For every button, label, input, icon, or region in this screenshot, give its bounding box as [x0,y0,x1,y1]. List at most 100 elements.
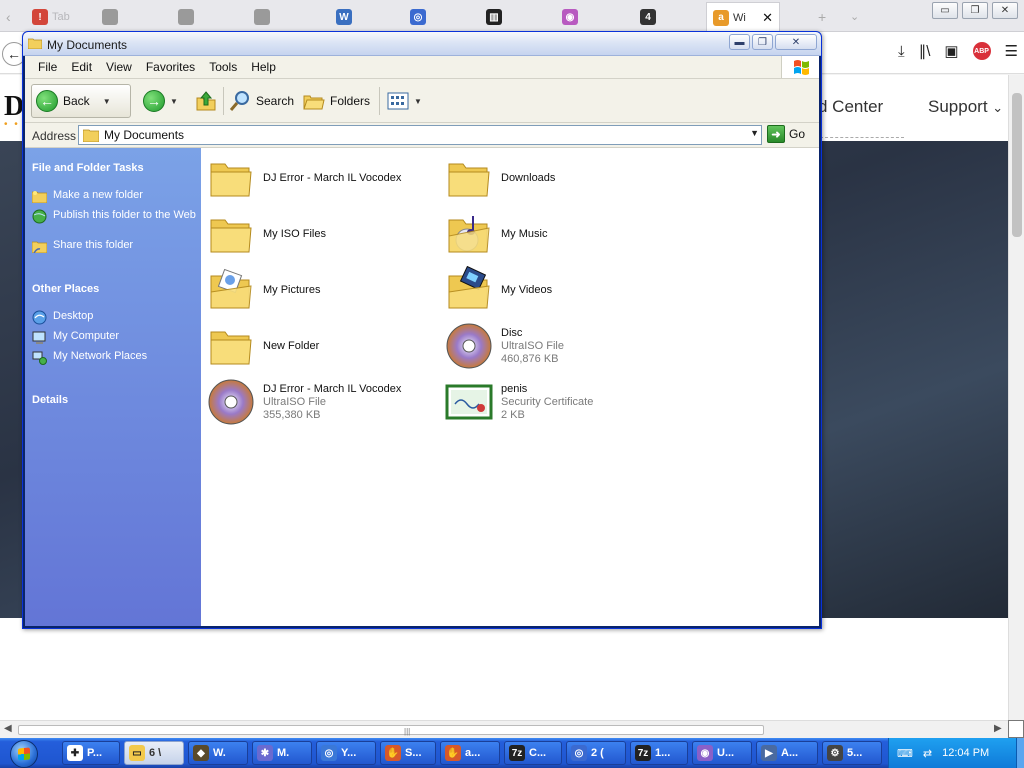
browser-tab[interactable]: ◉ [556,4,628,30]
address-label: Address [32,129,77,143]
standard-toolbar: ← Back ▼ → ▼ Search Folders ▼ [25,79,819,123]
start-button[interactable] [10,740,38,768]
file-item[interactable]: Disc UltraISO File 460,876 KB [445,320,681,372]
taskbar-button[interactable]: 7z C... [504,741,562,765]
search-button[interactable]: Search [229,84,294,118]
vertical-scroll-thumb[interactable] [1012,93,1022,237]
address-field[interactable]: My Documents ▼ [78,125,762,145]
menu-edit[interactable]: Edit [64,58,99,76]
scroll-left-icon[interactable]: ◀ [4,723,12,734]
file-item[interactable]: Downloads [445,152,681,204]
menu-tools[interactable]: Tools [202,58,244,76]
horizontal-scroll-thumb[interactable]: ||| [18,725,764,736]
taskbar-button[interactable]: ✚ P... [62,741,120,765]
browser-tab[interactable] [248,4,322,30]
taskbar-button[interactable]: ✱ M. [252,741,312,765]
task-make-new-folder[interactable]: Make a new folder [32,189,196,204]
browser-tab[interactable] [96,4,166,30]
browser-tab[interactable]: ◎ [404,4,474,30]
menu-icon[interactable]: ☰ [1005,42,1018,60]
close-icon[interactable]: ✕ [775,34,817,50]
browser-tab[interactable]: ! Tab [26,4,92,30]
browser-tab[interactable] [172,4,242,30]
file-item[interactable]: DJ Error - March IL Vocodex [207,152,443,204]
download-icon[interactable]: ⤓ [898,43,905,60]
website-content [0,618,1008,720]
file-folder-tasks-title[interactable]: File and Folder Tasks [32,162,144,174]
keyboard-icon[interactable]: ⌨ [897,747,913,760]
forward-button[interactable]: → ▼ [143,84,178,118]
menu-view[interactable]: View [99,58,139,76]
reader-icon[interactable]: ▣ [944,42,958,60]
place-desktop[interactable]: Desktop [32,310,196,325]
taskbar-button[interactable]: ✋ S... [380,741,436,765]
file-item[interactable]: penis Security Certificate 2 KB [445,376,681,428]
site-nav-center[interactable]: d Center [818,97,883,117]
back-button[interactable]: ← Back ▼ [31,84,131,118]
scroll-right-icon[interactable]: ▶ [994,723,1002,734]
taskbar-button-label: 2 ( [591,747,604,759]
browser-tab[interactable]: 4 [634,4,700,30]
close-icon[interactable]: ✕ [992,2,1018,19]
network-icon[interactable]: ⇄ [923,747,932,760]
browser-vertical-scrollbar[interactable] [1008,75,1024,720]
back-dropdown-icon[interactable]: ▼ [103,97,111,106]
taskbar-button[interactable]: ▶ A... [756,741,818,765]
taskbar-button-label: Y... [341,747,357,759]
taskbar-button[interactable]: ◎ Y... [316,741,376,765]
address-dropdown-icon[interactable]: ▼ [750,128,759,138]
windows-flag-logo [781,56,819,78]
task-publish-to-web[interactable]: Publish this folder to the Web [32,209,196,224]
browser-tab[interactable]: a Wi ✕ [706,2,780,32]
views-button[interactable]: ▼ [387,84,422,118]
place-my-network-places[interactable]: My Network Places [32,350,196,365]
folder-icon [210,163,252,197]
adblock-icon[interactable]: ABP [972,42,991,60]
taskbar-button[interactable]: ◆ W. [188,741,248,765]
restore-icon[interactable]: ❐ [962,2,988,19]
file-size: 460,876 KB [501,352,559,365]
show-desktop-button[interactable] [1016,738,1024,768]
clock[interactable]: 12:04 PM [942,747,989,759]
forward-dropdown-icon[interactable]: ▼ [170,97,178,106]
maximize-icon[interactable]: ❐ [752,34,773,50]
taskbar-button-label: U... [717,747,735,759]
browser-tab[interactable]: W [330,4,398,30]
folders-button[interactable]: Folders [303,84,370,118]
app-icon: 7z [509,745,525,761]
go-button[interactable]: ➜ Go [767,125,805,143]
file-item[interactable]: My Music [445,208,681,260]
up-folder-button[interactable] [195,84,217,118]
taskbar-button[interactable]: ◉ U... [692,741,752,765]
other-places-title[interactable]: Other Places [32,283,99,295]
taskbar-button[interactable]: 7z 1... [630,741,688,765]
browser-horizontal-scrollbar[interactable]: ◀ ||| ▶ [0,720,1008,738]
file-item[interactable]: My Videos [445,264,681,316]
tab-scroll-left-icon[interactable]: ‹ [6,9,11,25]
minimize-icon[interactable]: ▭ [932,2,958,19]
menu-bar: File Edit View Favorites Tools Help [25,56,819,79]
taskbar-button[interactable]: ⚙ 5... [822,741,882,765]
library-icon[interactable]: ∥\ [919,42,931,60]
details-title[interactable]: Details [32,394,68,406]
file-item[interactable]: DJ Error - March IL Vocodex UltraISO Fil… [207,376,443,428]
minimize-icon[interactable]: ▬ [729,34,750,50]
browser-tab[interactable]: ▥ [480,4,550,30]
menu-favorites[interactable]: Favorites [139,58,202,76]
file-item[interactable]: My ISO Files [207,208,443,260]
explorer-titlebar[interactable]: My Documents ▬ ❐ ✕ [23,32,821,56]
task-share-folder[interactable]: Share this folder [32,239,196,254]
new-tab-icon[interactable]: + [818,9,826,25]
taskbar-button[interactable]: ▭ 6 \ [124,741,184,765]
file-item[interactable]: New Folder [207,320,443,372]
menu-file[interactable]: File [31,58,64,76]
menu-help[interactable]: Help [244,58,283,76]
taskbar-button[interactable]: ✋ a... [440,741,500,765]
file-item[interactable]: My Pictures [207,264,443,316]
site-nav-support[interactable]: Support ⌄ [928,97,1003,117]
taskbar-button[interactable]: ◎ 2 ( [566,741,626,765]
tab-list-icon[interactable]: ⌄ [850,10,859,23]
place-my-computer[interactable]: My Computer [32,330,196,345]
app-icon: ◎ [571,745,587,761]
tab-close-icon[interactable]: ✕ [762,10,773,26]
